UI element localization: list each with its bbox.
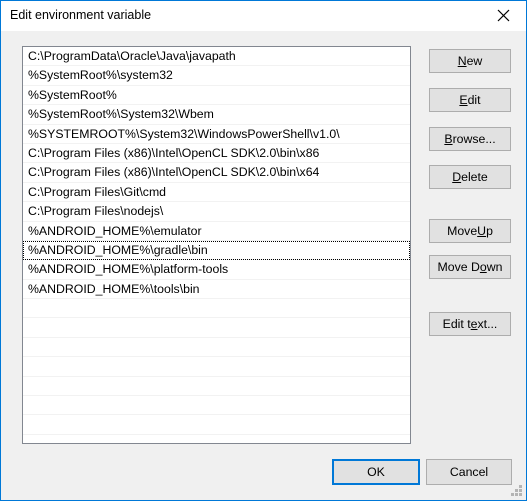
- list-item[interactable]: C:\Program Files\nodejs\: [23, 202, 410, 222]
- button-label-suffix: wn: [486, 260, 503, 274]
- list-item-empty[interactable]: [23, 415, 410, 435]
- list-item[interactable]: %ANDROID_HOME%\tools\bin: [23, 280, 410, 300]
- button-label-suffix: ew: [466, 54, 483, 68]
- list-item[interactable]: C:\Program Files\Git\cmd: [23, 183, 410, 203]
- button-label-suffix: p: [486, 224, 493, 238]
- list-item-empty[interactable]: [23, 318, 410, 338]
- list-item[interactable]: C:\Program Files (x86)\Intel\OpenCL SDK\…: [23, 144, 410, 164]
- list-item-empty[interactable]: [23, 299, 410, 319]
- list-item[interactable]: %SystemRoot%\System32\Wbem: [23, 105, 410, 125]
- list-item[interactable]: %SystemRoot%\system32: [23, 66, 410, 86]
- edit-text-button[interactable]: Edit t e xt...: [429, 312, 511, 336]
- list-item[interactable]: C:\ProgramData\Oracle\Java\javapath: [23, 47, 410, 67]
- list-item-empty[interactable]: [23, 377, 410, 397]
- button-label-suffix: xt...: [477, 317, 498, 331]
- dialog-client-area: C:\ProgramData\Oracle\Java\javapath %Syst…: [1, 31, 526, 500]
- list-item-empty[interactable]: [23, 357, 410, 377]
- edit-environment-variable-dialog: Edit environment variable C:\ProgramData…: [0, 0, 527, 501]
- browse-button[interactable]: Browse...: [429, 127, 511, 151]
- list-item[interactable]: %SYSTEMROOT%\System32\WindowsPowerShell\…: [23, 125, 410, 144]
- window-title: Edit environment variable: [10, 8, 152, 22]
- list-item-empty[interactable]: [23, 396, 410, 416]
- path-entries-listbox[interactable]: C:\ProgramData\Oracle\Java\javapath %Syst…: [22, 46, 411, 444]
- button-label-suffix: rowse...: [452, 132, 496, 146]
- move-down-button[interactable]: Move Do wn: [429, 255, 511, 279]
- button-accelerator-letter: D: [452, 170, 462, 184]
- button-accelerator-letter: N: [457, 54, 467, 68]
- button-label-suffix: elete: [461, 170, 488, 184]
- list-item[interactable]: %SystemRoot%: [23, 86, 410, 106]
- delete-button[interactable]: Delete: [429, 165, 511, 189]
- title-bar: Edit environment variable: [1, 1, 526, 31]
- ok-button[interactable]: OK: [332, 459, 420, 485]
- move-up-button[interactable]: Move Up: [429, 219, 511, 243]
- list-item-empty[interactable]: [23, 338, 410, 358]
- button-accelerator-letter: E: [459, 93, 468, 107]
- list-item[interactable]: %ANDROID_HOME%\emulator: [23, 222, 410, 241]
- list-item[interactable]: C:\Program Files (x86)\Intel\OpenCL SDK\…: [23, 163, 410, 183]
- list-item[interactable]: %ANDROID_HOME%\platform-tools: [23, 260, 410, 280]
- cancel-button[interactable]: Cancel: [426, 459, 512, 485]
- button-accelerator-letter: B: [444, 132, 453, 146]
- button-label-suffix: dit: [467, 93, 481, 107]
- edit-button[interactable]: Edit: [429, 88, 511, 112]
- button-accelerator-letter: e: [470, 317, 478, 331]
- resize-grip-icon[interactable]: [510, 484, 523, 497]
- new-button[interactable]: New: [429, 49, 511, 73]
- button-label-prefix: Move D: [437, 260, 480, 274]
- button-label-prefix: Edit t: [442, 317, 471, 331]
- list-item[interactable]: %ANDROID_HOME%\gradle\bin: [23, 240, 410, 261]
- button-accelerator-letter: o: [479, 260, 487, 274]
- button-label-prefix: Move: [447, 224, 478, 238]
- close-icon[interactable]: [481, 1, 526, 30]
- button-accelerator-letter: U: [477, 224, 487, 238]
